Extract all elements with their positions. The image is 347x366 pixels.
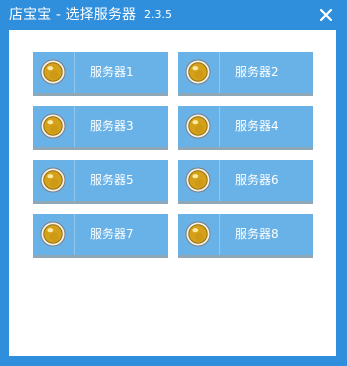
server-label: 服务器5: [90, 173, 134, 187]
server-list-panel: 服务器1 服务器2 服务器3 服务器4 服务器5 服务器6 服务器7 服务器8: [9, 30, 336, 356]
server-label: 服务器6: [235, 173, 279, 187]
server-label: 服务器7: [90, 227, 134, 241]
status-indicator-icon: [185, 221, 211, 247]
server-label: 服务器1: [90, 65, 134, 79]
server-label: 服务器4: [235, 119, 279, 133]
status-indicator-icon: [185, 59, 211, 85]
status-indicator-icon: [40, 167, 66, 193]
server-label: 服务器8: [235, 227, 279, 241]
status-indicator-icon: [40, 221, 66, 247]
server-button-8[interactable]: 服务器8: [178, 214, 313, 258]
server-button-3[interactable]: 服务器3: [33, 106, 168, 150]
server-button-7[interactable]: 服务器7: [33, 214, 168, 258]
server-label: 服务器2: [235, 65, 279, 79]
close-icon: [319, 8, 333, 22]
server-button-6[interactable]: 服务器6: [178, 160, 313, 204]
server-button-4[interactable]: 服务器4: [178, 106, 313, 150]
window-title: 店宝宝 - 选择服务器: [9, 7, 137, 23]
status-indicator-icon: [40, 59, 66, 85]
server-button-5[interactable]: 服务器5: [33, 160, 168, 204]
server-select-window: 店宝宝 - 选择服务器 2.3.5 服务器1 服务器2 服务器3 服务器4 服务…: [0, 0, 347, 366]
server-button-1[interactable]: 服务器1: [33, 52, 168, 96]
title-bar: 店宝宝 - 选择服务器 2.3.5: [0, 0, 347, 30]
status-indicator-icon: [185, 113, 211, 139]
window-version: 2.3.5: [144, 8, 172, 21]
server-button-2[interactable]: 服务器2: [178, 52, 313, 96]
close-button[interactable]: [317, 6, 335, 24]
status-indicator-icon: [40, 113, 66, 139]
server-label: 服务器3: [90, 119, 134, 133]
status-indicator-icon: [185, 167, 211, 193]
